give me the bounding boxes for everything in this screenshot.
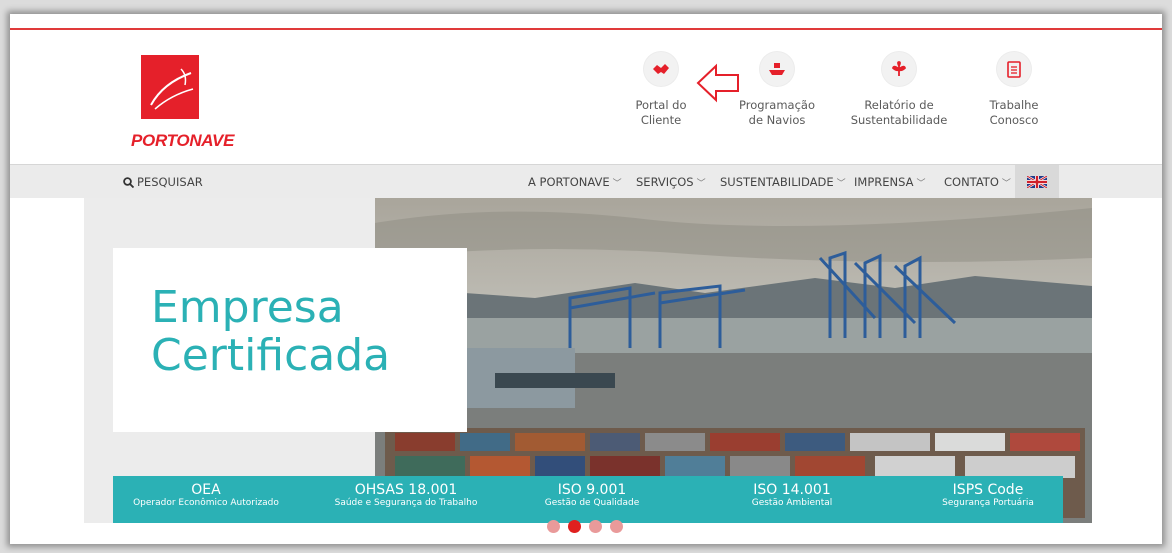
certification-isps-code: ISPS Code Segurança Portuária	[913, 482, 1063, 509]
quick-link-label: Relatório de Sustentabilidade	[850, 98, 948, 127]
chevron-down-icon: ﹀	[1001, 179, 1011, 189]
menu-contato[interactable]: CONTATO ﹀	[944, 175, 1011, 189]
logo-ship-mark	[141, 55, 199, 119]
certification-iso-14001: ISO 14.001 Gestão Ambiental	[717, 482, 867, 509]
quick-link-relatorio-sustentabilidade[interactable]: Relatório de Sustentabilidade	[844, 52, 954, 128]
certification-iso-9001: ISO 9.001 Gestão de Qualidade	[517, 482, 667, 509]
hero-slider: Empresa Certificada OEA Operador Econômi…	[84, 198, 1092, 523]
browser-viewport: PORTONAVE Portal do Cliente Programação …	[10, 14, 1162, 544]
slider-pagination	[547, 520, 623, 533]
menu-imprensa[interactable]: IMPRENSA ﹀	[854, 175, 926, 189]
search-button[interactable]: PESQUISAR	[123, 175, 203, 189]
slide-dot-2[interactable]	[568, 520, 581, 533]
certification-subtitle: Gestão Ambiental	[751, 498, 833, 508]
slide-dot-3[interactable]	[589, 520, 602, 533]
menu-a-portonave[interactable]: A PORTONAVE ﹀	[528, 175, 622, 189]
certification-title: OHSAS 18.001	[354, 482, 458, 498]
certification-title: ISO 9.001	[557, 482, 627, 498]
main-nav: PESQUISAR A PORTONAVE ﹀ SERVIÇOS ﹀ SUSTENT…	[10, 164, 1162, 199]
certification-title: ISO 14.001	[753, 482, 831, 498]
quick-link-label: Trabalhe Conosco	[989, 98, 1039, 127]
certifications-bar: OEA Operador Econômico Autorizado OHSAS …	[113, 476, 1063, 523]
quick-link-programacao-navios[interactable]: Programação de Navios	[722, 52, 832, 128]
ship-icon	[760, 52, 794, 86]
search-icon	[123, 176, 134, 188]
certification-oea: OEA Operador Econômico Autorizado	[121, 482, 291, 509]
certification-ohsas: OHSAS 18.001 Saúde e Segurança do Trabal…	[321, 482, 491, 509]
chevron-down-icon: ﹀	[696, 179, 706, 189]
certification-subtitle: Gestão de Qualidade	[544, 498, 640, 508]
search-label: PESQUISAR	[137, 175, 203, 189]
logo-wordmark: PORTONAVE	[131, 131, 235, 150]
quick-link-trabalhe-conosco[interactable]: Trabalhe Conosco	[959, 52, 1069, 128]
menu-servicos[interactable]: SERVIÇOS ﹀	[636, 175, 706, 189]
top-accent-line	[10, 28, 1162, 30]
chevron-down-icon: ﹀	[836, 179, 846, 189]
certification-subtitle: Saúde e Segurança do Trabalho	[334, 498, 478, 508]
slide-dot-1[interactable]	[547, 520, 560, 533]
leaf-icon	[882, 52, 916, 86]
certification-title: OEA	[191, 482, 221, 498]
port-photo	[375, 198, 1092, 523]
chevron-down-icon: ﹀	[916, 179, 926, 189]
slide-dot-4[interactable]	[610, 520, 623, 533]
certified-company-card: Empresa Certificada	[113, 248, 467, 432]
certification-title: ISPS Code	[952, 482, 1024, 498]
document-icon	[997, 52, 1031, 86]
handshake-icon	[644, 52, 678, 86]
chevron-down-icon: ﹀	[612, 179, 622, 189]
portonave-logo[interactable]: PORTONAVE	[131, 55, 234, 160]
menu-sustentabilidade[interactable]: SUSTENTABILIDADE ﹀	[720, 175, 846, 189]
language-switch[interactable]	[1015, 165, 1059, 199]
quick-link-label: Programação de Navios	[739, 98, 815, 127]
certification-subtitle: Operador Econômico Autorizado	[133, 498, 279, 508]
hero-title: Empresa Certificada	[151, 282, 391, 381]
uk-flag-icon	[1027, 176, 1047, 188]
certification-subtitle: Segurança Portuária	[942, 498, 1034, 508]
